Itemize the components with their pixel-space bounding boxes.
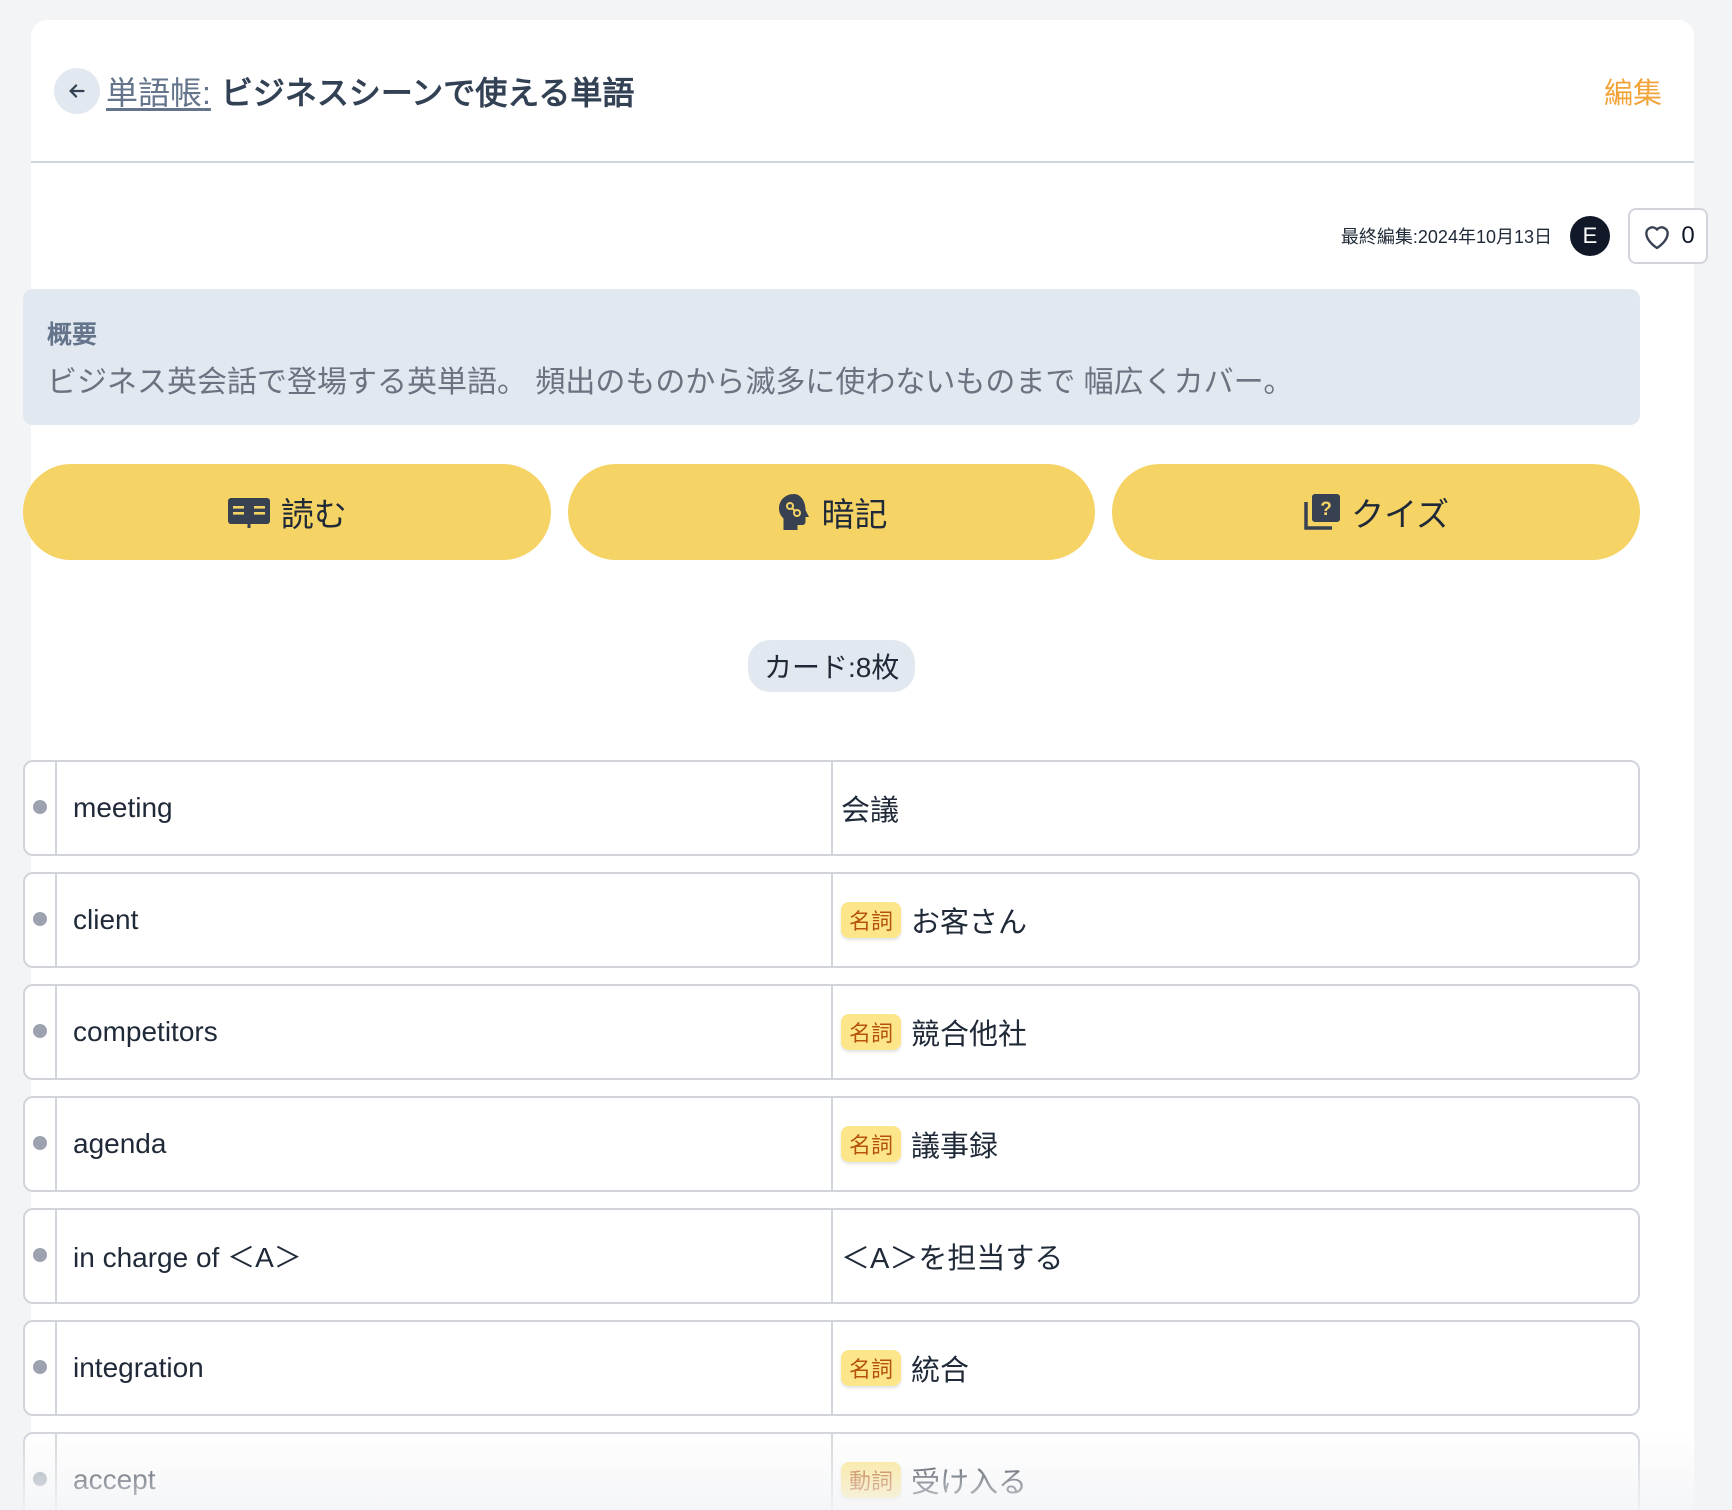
- like-count: 0: [1681, 222, 1695, 249]
- card-row[interactable]: meeting 会議: [23, 760, 1640, 856]
- drag-handle[interactable]: [25, 1098, 57, 1190]
- definition-text: 統合: [911, 1355, 970, 1387]
- part-of-speech-badge: 動詞: [841, 1462, 902, 1498]
- definition-text: 受け入る: [911, 1467, 1028, 1499]
- bullet-dot-icon: [33, 912, 47, 926]
- summary-box: 概要 ビジネス英会話で登場する英単語。 頻出のものから滅多に使わないものまで 幅…: [23, 289, 1640, 425]
- action-buttons: 読む 暗記 ? クイズ: [23, 464, 1641, 560]
- card-definition: 名詞 議事録: [833, 1098, 1638, 1190]
- card-row[interactable]: accept 動詞 受け入る: [23, 1432, 1640, 1510]
- summary-label: 概要: [47, 321, 98, 349]
- quiz-label: クイズ: [1351, 496, 1450, 533]
- bullet-dot-icon: [33, 1024, 47, 1038]
- arrow-left-icon: [69, 83, 85, 98]
- drag-handle[interactable]: [25, 762, 57, 854]
- last-edited-date: 最終編集:2024年10月13日: [1340, 227, 1552, 247]
- card-term: competitors: [57, 986, 833, 1078]
- card-term: client: [57, 874, 833, 966]
- head-brain-icon: [778, 494, 809, 530]
- breadcrumb-link[interactable]: 単語帳:: [106, 68, 211, 114]
- quiz-button[interactable]: ? クイズ: [1112, 464, 1641, 560]
- read-button[interactable]: 読む: [23, 464, 551, 560]
- card-term: agenda: [57, 1098, 833, 1190]
- card-row[interactable]: in charge of ＜A＞ ＜A＞を担当する: [23, 1208, 1640, 1304]
- edit-link[interactable]: 編集: [1604, 70, 1662, 112]
- drag-handle[interactable]: [25, 1434, 57, 1510]
- part-of-speech-badge: 名詞: [841, 902, 902, 938]
- read-label: 読む: [280, 496, 347, 533]
- svg-text:?: ?: [1320, 499, 1332, 520]
- bullet-dot-icon: [33, 800, 47, 814]
- card-row[interactable]: client 名詞 お客さん: [23, 872, 1640, 968]
- drag-handle[interactable]: [25, 1210, 57, 1302]
- page-header: 単語帳: ビジネスシーンで使える単語 編集: [31, 20, 1694, 163]
- part-of-speech-badge: 名詞: [841, 1350, 902, 1386]
- card-definition: 名詞 お客さん: [833, 874, 1638, 966]
- bullet-dot-icon: [33, 1360, 47, 1374]
- quiz-question-icon: ?: [1304, 494, 1341, 530]
- bullet-dot-icon: [33, 1472, 47, 1486]
- bullet-dot-icon: [33, 1248, 47, 1262]
- meta-row: 最終編集:2024年10月13日 E 0: [1341, 208, 1708, 264]
- summary-text: ビジネス英会話で登場する英単語。 頻出のものから滅多に使わないものまで 幅広くカ…: [47, 366, 1294, 399]
- card-term: accept: [57, 1434, 833, 1510]
- card-list: meeting 会議 client 名詞 お客さん competitors 名詞 競合他社 ag…: [23, 760, 1640, 1510]
- card-row[interactable]: agenda 名詞 議事録: [23, 1096, 1640, 1192]
- avatar[interactable]: E: [1570, 216, 1610, 256]
- card-count-badge: カード:8枚: [748, 640, 916, 692]
- back-button[interactable]: [54, 67, 100, 114]
- part-of-speech-badge: 名詞: [841, 1014, 902, 1050]
- definition-text: お客さん: [911, 907, 1028, 939]
- card-term: integration: [57, 1322, 833, 1414]
- memorize-button[interactable]: 暗記: [567, 464, 1096, 560]
- card-term: in charge of ＜A＞: [57, 1210, 833, 1302]
- card-definition: ＜A＞を担当する: [833, 1210, 1638, 1302]
- bullet-dot-icon: [33, 1136, 47, 1150]
- card-definition: 名詞 統合: [833, 1322, 1638, 1414]
- definition-text: 議事録: [911, 1131, 999, 1163]
- card-term: meeting: [57, 762, 833, 854]
- drag-handle[interactable]: [25, 986, 57, 1078]
- definition-text: 競合他社: [911, 1019, 1028, 1051]
- card-definition: 会議: [833, 762, 1638, 854]
- card-definition: 名詞 競合他社: [833, 986, 1638, 1078]
- drag-handle[interactable]: [25, 1322, 57, 1414]
- like-button[interactable]: 0: [1628, 208, 1708, 264]
- page-title: ビジネスシーンで使える単語: [220, 74, 635, 111]
- card-row[interactable]: competitors 名詞 競合他社: [23, 984, 1640, 1080]
- card-row[interactable]: integration 名詞 統合: [23, 1320, 1640, 1416]
- card-definition: 動詞 受け入る: [833, 1434, 1638, 1510]
- book-open-icon: [227, 498, 270, 528]
- drag-handle[interactable]: [25, 874, 57, 966]
- definition-text: ＜A＞を担当する: [841, 1243, 1064, 1275]
- definition-text: 会議: [841, 795, 900, 827]
- part-of-speech-badge: 名詞: [841, 1126, 902, 1162]
- memorize-label: 暗記: [821, 496, 888, 533]
- heart-icon: [1645, 226, 1670, 250]
